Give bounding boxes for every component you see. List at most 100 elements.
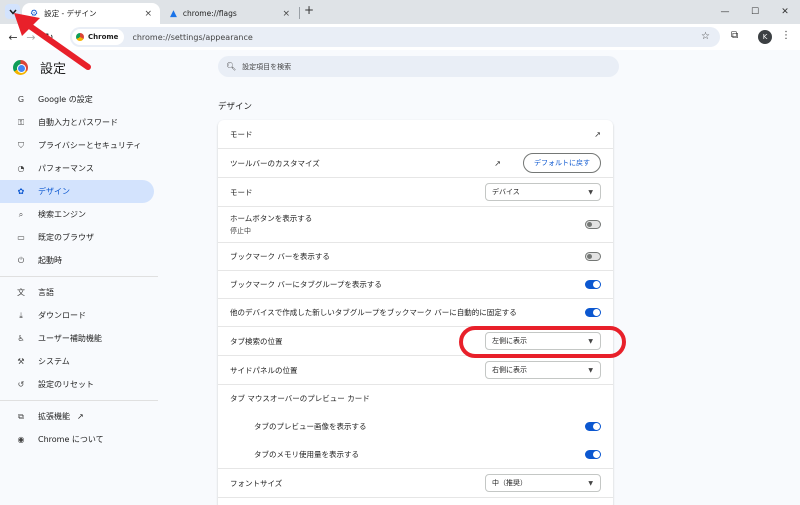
tab-groups-bar-toggle[interactable] [585,280,601,289]
hover-memory-toggle[interactable] [585,449,601,459]
flask-icon: ▲ [170,8,177,19]
external-link-icon[interactable]: ↗ [594,130,601,139]
row-label: ホームボタンを表示する [230,214,313,223]
toolbar-customize-row: ツールバーのカスタマイズ ↗ デフォルトに戻す [218,148,613,177]
window-controls: — ☐ ✕ [710,0,800,24]
translate-icon: 文 [17,288,25,297]
sidebar-item-about[interactable]: ◉ Chrome について [0,428,160,451]
puzzle-icon: ⧉ [18,411,24,421]
sidebar-item-label: 設定のリセット [38,380,94,389]
sidebar-item-system[interactable]: ⚒ システム [0,350,160,373]
hover-preview-row: タブのプレビュー画像を表示する [218,412,613,440]
search-icon: 🔍︎ [226,62,237,71]
close-icon[interactable]: × [282,9,290,19]
sidebar-item-downloads[interactable]: ⤓ ダウンロード [0,304,160,327]
sidebar-item-label: ユーザー補助機能 [38,334,102,343]
bookmarks-bar-row: ブックマーク バーを表示する [218,242,613,270]
auto-pin-groups-toggle[interactable] [585,308,601,317]
external-link-icon[interactable]: ↗ [494,159,501,168]
select-value: 中（推奨） [492,479,527,487]
dropdown-arrow-icon: ▼ [588,366,593,374]
row-label: モード [230,129,253,139]
sidebar-item-on-startup[interactable]: ⏻ 起動時 [0,249,160,272]
close-icon[interactable]: × [144,9,152,19]
forward-button[interactable]: → [22,28,40,46]
new-tab-button[interactable]: + [302,4,316,18]
minimize-icon[interactable]: — [710,0,740,24]
row-label: ブックマーク バーにタブグループを表示する [230,280,382,289]
dropdown-arrow-icon: ▼ [588,479,593,487]
sidebar-item-performance[interactable]: ◔ パフォーマンス [0,157,160,180]
appearance-card: モード ↗ ツールバーのカスタマイズ ↗ デフォルトに戻す モード デバイス ▼ … [218,120,613,505]
tab-separator [299,7,300,19]
bookmarks-bar-toggle[interactable] [585,252,601,261]
reload-button[interactable]: ↻ [40,28,58,46]
key-icon: ⚿ [17,117,25,127]
sidebar-item-search-engine[interactable]: ⌕ 検索エンジン [0,203,160,226]
tab-flags[interactable]: ▲ chrome://flags × [162,3,298,24]
next-row [218,497,613,505]
sidebar-item-label: パフォーマンス [38,164,94,173]
search-input[interactable]: 🔍︎ 設定項目を検索 [218,56,619,77]
sidebar-item-extensions[interactable]: ⧉ 拡張機能 ↗ [0,405,160,428]
close-window-icon[interactable]: ✕ [770,0,800,24]
address-bar[interactable]: Chrome chrome://settings/appearance ☆ [70,27,720,47]
bookmark-star-icon[interactable]: ☆ [701,31,710,42]
tab-settings[interactable]: ⚙ 設定 - デザイン × [22,3,160,24]
annotation-oval [459,326,626,358]
search-placeholder: 設定項目を検索 [242,62,292,71]
select-value: デバイス [492,188,520,196]
tab-title: 設定 - デザイン [44,9,97,18]
site-info-chip[interactable]: Chrome [72,29,125,45]
sidebar-item-google[interactable]: G Google の設定 [0,88,160,111]
sidebar-item-privacy[interactable]: ⛉ プライバシーとセキュリティ [0,134,160,157]
chevron-down-icon [8,9,17,15]
divider [0,276,158,277]
font-size-select[interactable]: 中（推奨） ▼ [485,474,601,492]
divider [0,400,158,401]
select-value: 右側に表示 [492,366,527,374]
row-sublabel: 停止中 [230,227,251,235]
chrome-logo-icon [13,60,28,75]
sidebar-item-languages[interactable]: 文 言語 [0,281,160,304]
row-label: 他のデバイスで作成した新しいタブグループをブックマーク バーに自動的に固定する [230,308,517,317]
sidebar-item-default-browser[interactable]: ▭ 既定のブラウザ [0,226,160,249]
reset-default-button[interactable]: デフォルトに戻す [523,153,601,173]
sidebar-item-label: 検索エンジン [38,210,86,219]
hover-preview-toggle[interactable] [585,421,601,431]
palette-icon: ✿ [17,187,25,196]
home-button-row: ホームボタンを表示する 停止中 [218,206,613,242]
back-button[interactable]: ← [4,28,22,46]
chrome-icon [76,33,84,41]
sidebar-item-label: 既定のブラウザ [38,233,94,242]
sidebar-item-label: 拡張機能 [38,412,70,421]
avatar[interactable]: K [758,30,772,44]
maximize-icon[interactable]: ☐ [740,0,770,24]
theme-mode-link-row[interactable]: モード ↗ [218,120,613,148]
sidebar-item-label: Chrome について [38,435,104,444]
wrench-icon: ⚒ [17,357,25,366]
menu-icon[interactable]: ⋮ [781,30,791,41]
sidebar-item-appearance[interactable]: ✿ デザイン [0,180,154,203]
toolbar: ← → ↻ Chrome chrome://settings/appearanc… [0,24,800,50]
tab-title: chrome://flags [182,9,237,18]
tab-strip: ⚙ 設定 - デザイン × ▲ chrome://flags × + — ☐ ✕ [0,0,800,24]
chip-label: Chrome [88,33,119,41]
sidebar-item-autofill[interactable]: ⚿ 自動入力とパスワード [0,111,160,134]
extensions-icon[interactable]: ⧉ [731,30,738,41]
search-icon: ⌕ [18,209,24,219]
page-title: 設定 [40,62,67,77]
home-button-toggle[interactable] [585,220,601,229]
mode-select[interactable]: デバイス ▼ [485,183,601,201]
auto-pin-groups-row: 他のデバイスで作成した新しいタブグループをブックマーク バーに自動的に固定する [218,298,613,326]
row-label: ブックマーク バーを表示する [230,252,330,261]
side-panel-position-select[interactable]: 右側に表示 ▼ [485,361,601,379]
sidebar-item-reset[interactable]: ↺ 設定のリセット [0,373,160,396]
url-text: chrome://settings/appearance [132,32,253,42]
dropdown-arrow-icon: ▼ [588,188,593,196]
gear-icon: ⚙ [30,8,39,19]
mode-row: モード デバイス ▼ [218,177,613,206]
tab-search-button[interactable] [5,4,20,19]
sidebar-item-label: デザイン [38,187,70,196]
sidebar-item-accessibility[interactable]: ♿︎ ユーザー補助機能 [0,327,160,350]
